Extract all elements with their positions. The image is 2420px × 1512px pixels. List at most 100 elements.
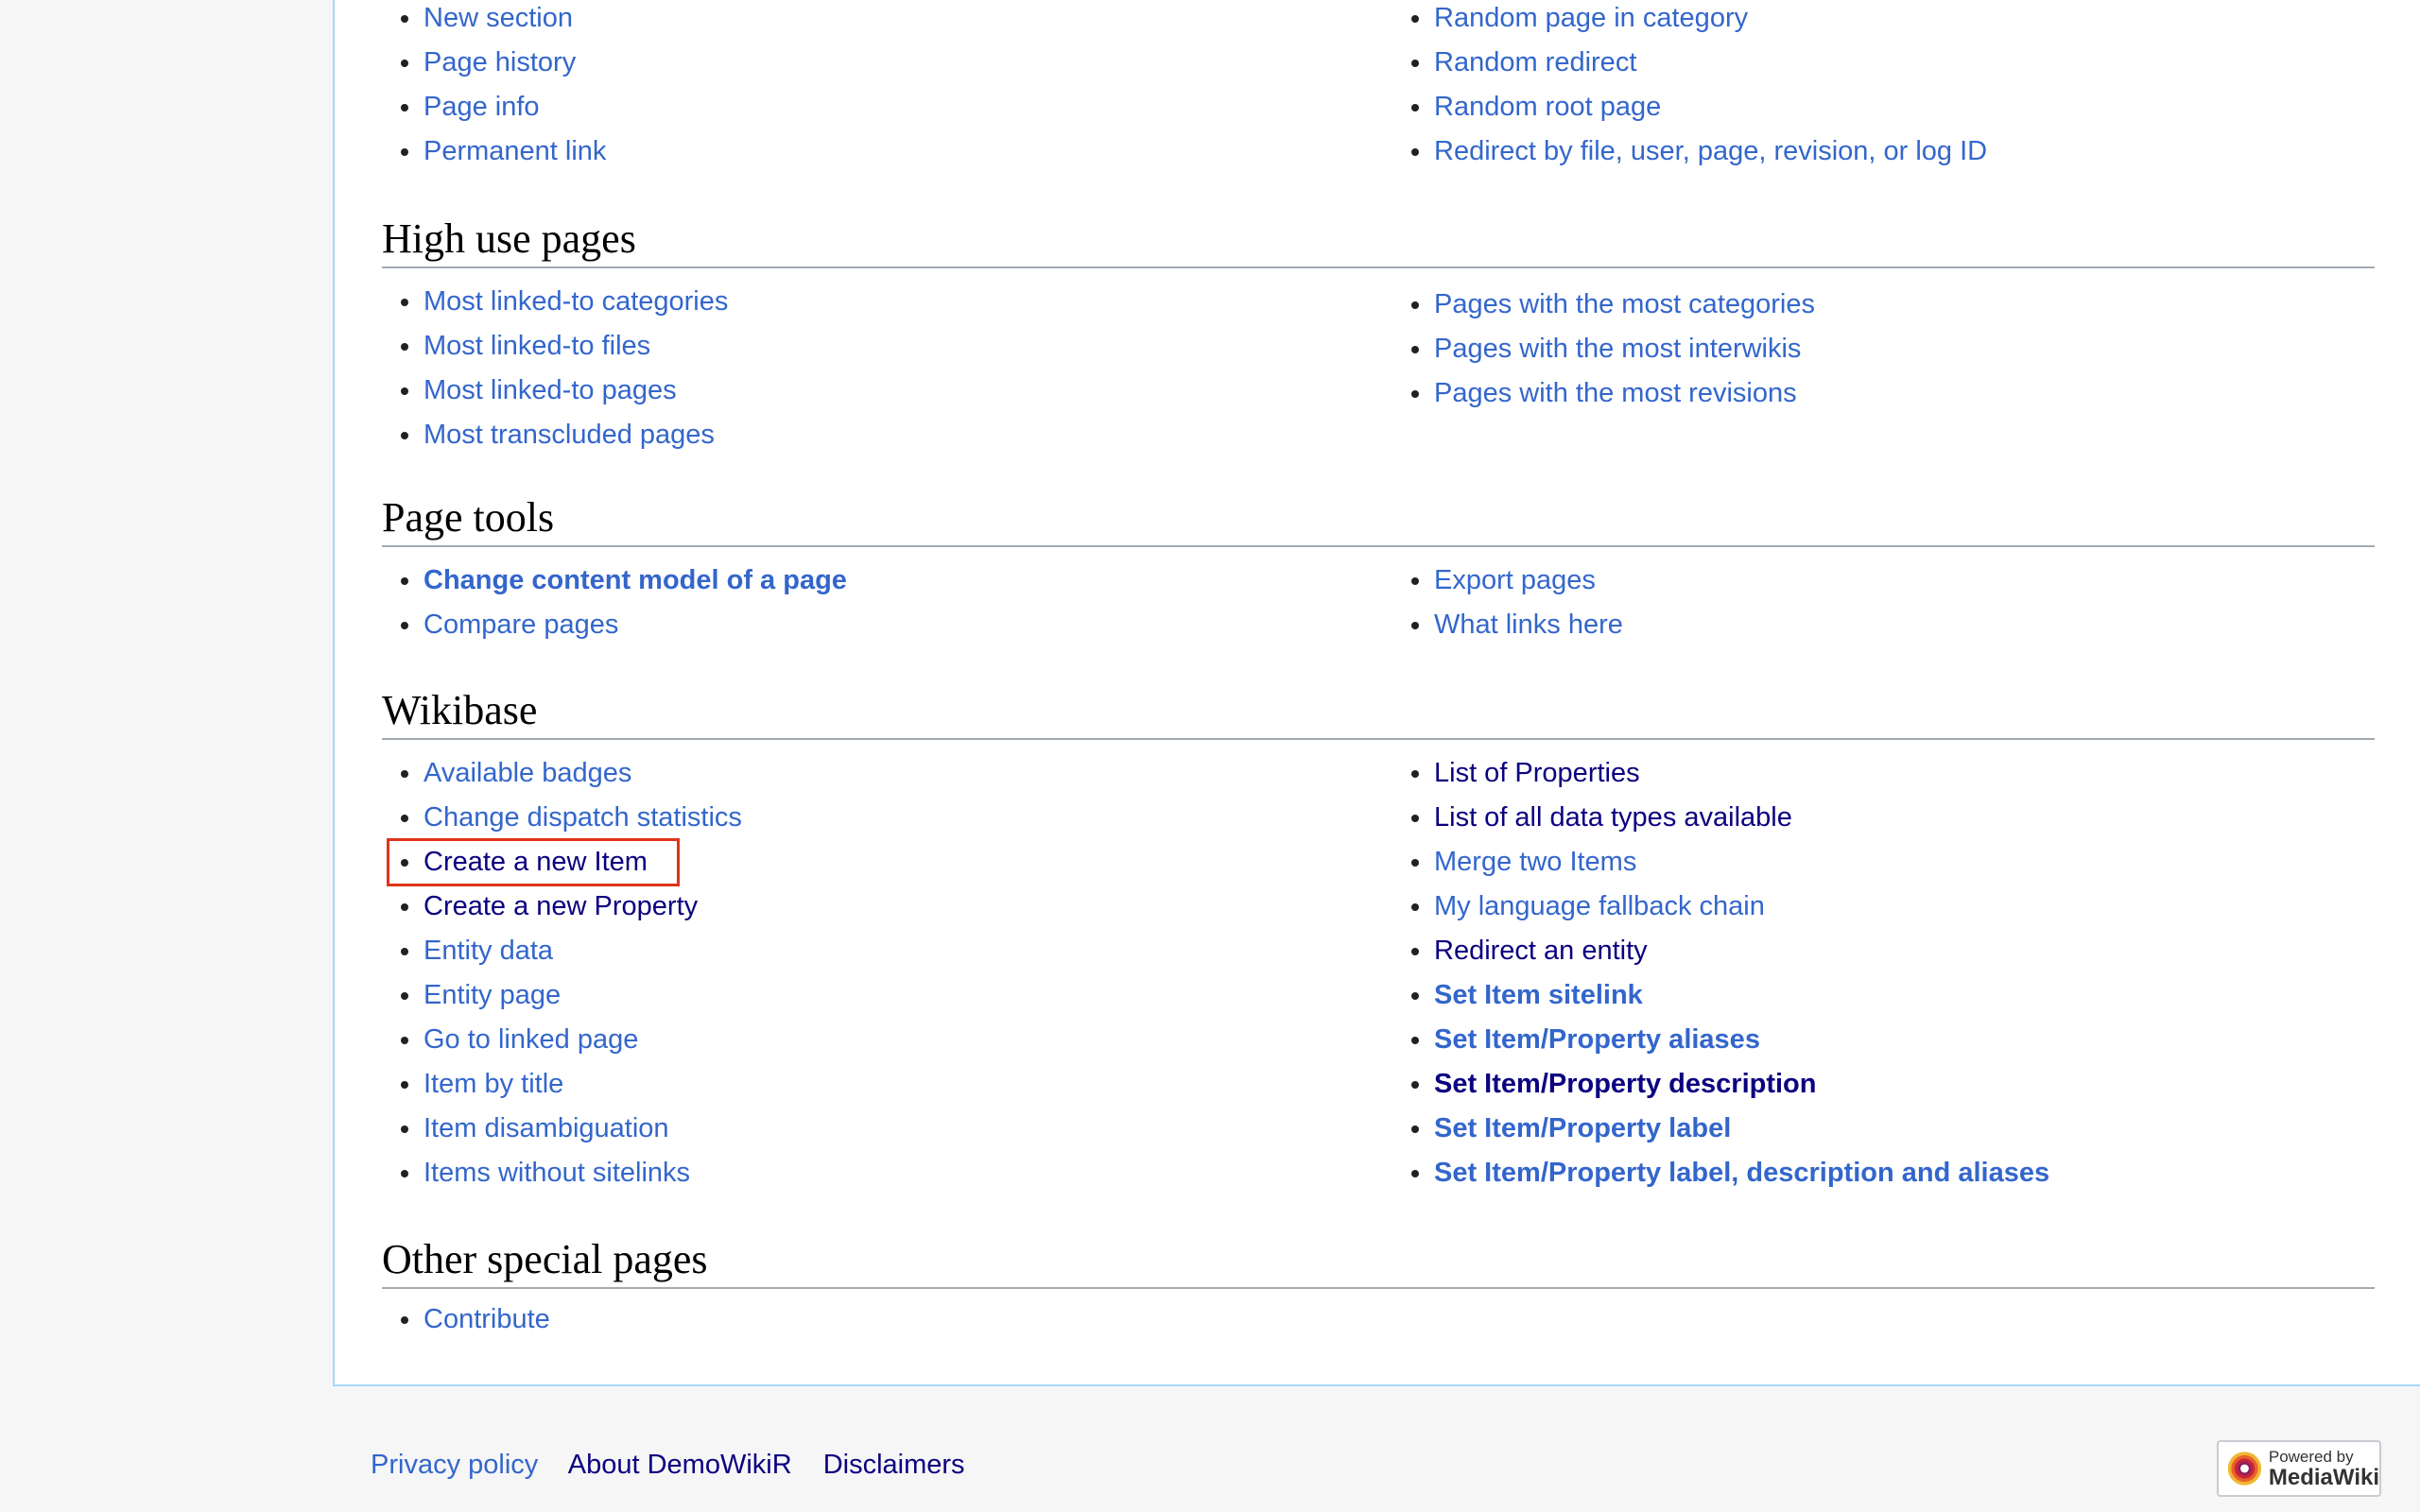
other-left-list: Contribute <box>382 1297 550 1342</box>
list-item: Export pages <box>1392 558 1623 603</box>
list-item: Pages with the most categories <box>1392 283 1815 327</box>
heading-high-use-pages: High use pages <box>382 214 2375 268</box>
link-set-label[interactable]: Set Item/Property label <box>1434 1113 1731 1143</box>
link-most-transcluded-pages[interactable]: Most transcluded pages <box>424 420 715 450</box>
list-item: Most transcluded pages <box>382 413 728 457</box>
powered-by-mediawiki-badge[interactable]: Powered by MediaWiki <box>2217 1440 2381 1497</box>
link-page-history[interactable]: Page history <box>424 47 576 77</box>
page-tools-right-list: Export pages What links here <box>1392 558 1623 647</box>
list-item: Random page in category <box>1392 0 1987 41</box>
link-contribute[interactable]: Contribute <box>424 1304 550 1334</box>
list-item: Entity page <box>382 973 742 1018</box>
list-item: List of Properties <box>1392 751 2049 796</box>
powered-by-label: Powered by <box>2268 1447 2354 1466</box>
link-entity-data[interactable]: Entity data <box>424 936 553 966</box>
link-list-data-types[interactable]: List of all data types available <box>1434 802 1792 833</box>
list-item: Go to linked page <box>382 1018 742 1062</box>
link-language-fallback-chain[interactable]: My language fallback chain <box>1434 891 1765 921</box>
link-set-item-sitelink[interactable]: Set Item sitelink <box>1434 980 1643 1010</box>
page-content: New section Page history Page info Perma… <box>333 0 2420 1386</box>
link-most-linked-categories[interactable]: Most linked-to categories <box>424 286 728 317</box>
list-item: Items without sitelinks <box>382 1151 742 1195</box>
link-what-links-here[interactable]: What links here <box>1434 610 1623 640</box>
link-items-without-sitelinks[interactable]: Items without sitelinks <box>424 1158 690 1188</box>
list-item: Set Item/Property description <box>1392 1062 2049 1107</box>
wikibase-left-list: Available badges Change dispatch statist… <box>382 751 742 1195</box>
list-item: Contribute <box>382 1297 550 1342</box>
link-most-linked-files[interactable]: Most linked-to files <box>424 331 650 361</box>
list-item: List of all data types available <box>1392 796 2049 840</box>
list-item: Set Item/Property label, description and… <box>1392 1151 2049 1195</box>
link-item-disambiguation[interactable]: Item disambiguation <box>424 1113 669 1143</box>
mediawiki-label: MediaWiki <box>2268 1464 2379 1490</box>
list-item: Redirect an entity <box>1392 929 2049 973</box>
list-item: Change content model of a page <box>382 558 847 603</box>
heading-wikibase: Wikibase <box>382 685 2375 740</box>
list-item: Most linked-to files <box>382 324 728 369</box>
list-item: Redirect by file, user, page, revision, … <box>1392 129 1987 174</box>
link-most-linked-pages[interactable]: Most linked-to pages <box>424 375 677 405</box>
link-set-description[interactable]: Set Item/Property description <box>1434 1069 1817 1099</box>
high-use-left-list: Most linked-to categories Most linked-to… <box>382 280 728 457</box>
link-set-aliases[interactable]: Set Item/Property aliases <box>1434 1024 1760 1055</box>
link-available-badges[interactable]: Available badges <box>424 758 631 788</box>
footer-disclaimers[interactable]: Disclaimers <box>823 1450 965 1480</box>
list-item: Pages with the most revisions <box>1392 371 1815 416</box>
link-redirect-an-entity[interactable]: Redirect an entity <box>1434 936 1648 966</box>
link-compare-pages[interactable]: Compare pages <box>424 610 618 640</box>
list-item: Item disambiguation <box>382 1107 742 1151</box>
high-use-right-list: Pages with the most categories Pages wit… <box>1392 283 1815 416</box>
link-random-page-in-category[interactable]: Random page in category <box>1434 3 1748 33</box>
list-item: Create a new Property <box>382 885 742 929</box>
footer-privacy-policy[interactable]: Privacy policy <box>371 1450 538 1480</box>
wikibase-right-list: List of Properties List of all data type… <box>1392 751 2049 1195</box>
link-change-content-model[interactable]: Change content model of a page <box>424 565 847 595</box>
list-item: Page info <box>382 85 606 129</box>
link-permanent-link[interactable]: Permanent link <box>424 136 606 166</box>
list-item: Entity data <box>382 929 742 973</box>
list-item: Merge two Items <box>1392 840 2049 885</box>
list-item: Random root page <box>1392 85 1987 129</box>
list-item: Set Item sitelink <box>1392 973 2049 1018</box>
footer-about[interactable]: About DemoWikiR <box>568 1450 792 1480</box>
list-item: Set Item/Property aliases <box>1392 1018 2049 1062</box>
list-item: Random redirect <box>1392 41 1987 85</box>
powered-by-text: Powered by MediaWiki <box>2269 1449 2379 1489</box>
link-most-categories[interactable]: Pages with the most categories <box>1434 289 1815 319</box>
mediawiki-logo-icon <box>2227 1452 2262 1486</box>
list-item: Permanent link <box>382 129 606 174</box>
list-item: New section <box>382 0 606 41</box>
list-item: What links here <box>1392 603 1623 647</box>
list-item: Page history <box>382 41 606 85</box>
link-most-interwikis[interactable]: Pages with the most interwikis <box>1434 334 1801 364</box>
link-page-info[interactable]: Page info <box>424 92 540 122</box>
link-create-new-item[interactable]: Create a new Item <box>424 847 648 877</box>
top-right-list: Random page in category Random redirect … <box>1392 0 1987 174</box>
heading-other-special-pages: Other special pages <box>382 1234 2375 1289</box>
link-entity-page[interactable]: Entity page <box>424 980 561 1010</box>
link-redirect-by-id[interactable]: Redirect by file, user, page, revision, … <box>1434 136 1987 166</box>
heading-page-tools: Page tools <box>382 492 2375 547</box>
link-random-root-page[interactable]: Random root page <box>1434 92 1661 122</box>
link-go-to-linked-page[interactable]: Go to linked page <box>424 1024 638 1055</box>
list-item: Change dispatch statistics <box>382 796 742 840</box>
link-new-section[interactable]: New section <box>424 3 573 33</box>
footer-links: Privacy policy About DemoWikiR Disclaime… <box>371 1446 989 1484</box>
link-random-redirect[interactable]: Random redirect <box>1434 47 1636 77</box>
list-item: Most linked-to categories <box>382 280 728 324</box>
page-tools-left-list: Change content model of a page Compare p… <box>382 558 847 647</box>
link-item-by-title[interactable]: Item by title <box>424 1069 563 1099</box>
link-dispatch-statistics[interactable]: Change dispatch statistics <box>424 802 742 833</box>
list-item: Set Item/Property label <box>1392 1107 2049 1151</box>
link-set-label-description-aliases[interactable]: Set Item/Property label, description and… <box>1434 1158 2049 1188</box>
link-most-revisions[interactable]: Pages with the most revisions <box>1434 378 1797 408</box>
link-list-of-properties[interactable]: List of Properties <box>1434 758 1640 788</box>
link-export-pages[interactable]: Export pages <box>1434 565 1596 595</box>
list-item: Available badges <box>382 751 742 796</box>
list-item: Create a new Item <box>382 840 742 885</box>
link-create-new-property[interactable]: Create a new Property <box>424 891 698 921</box>
top-left-list: New section Page history Page info Perma… <box>382 0 606 174</box>
link-merge-two-items[interactable]: Merge two Items <box>1434 847 1636 877</box>
list-item: Item by title <box>382 1062 742 1107</box>
list-item: Pages with the most interwikis <box>1392 327 1815 371</box>
